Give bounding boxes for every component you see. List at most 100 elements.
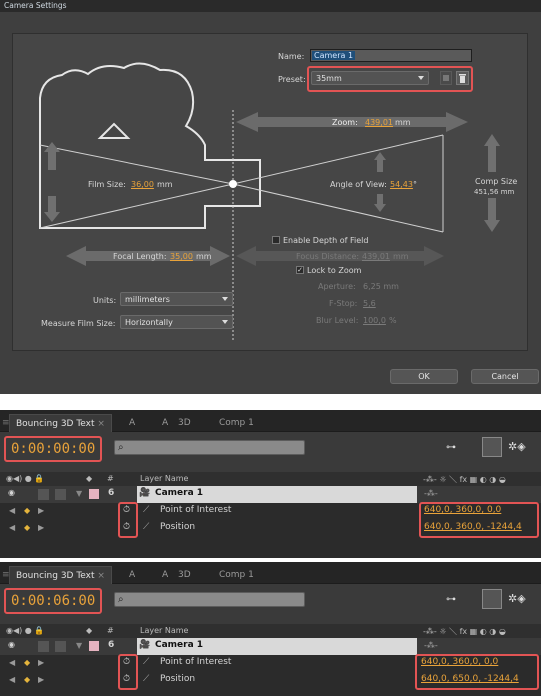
prev-keyframe-icon[interactable]: ◀ xyxy=(9,675,15,684)
preset-dropdown[interactable]: 35mm xyxy=(311,71,429,85)
eye-icon[interactable]: ◉ xyxy=(8,488,15,497)
units-dropdown[interactable]: millimeters xyxy=(120,292,233,306)
angle-unit: ° xyxy=(413,180,417,189)
expand-triangle-icon[interactable]: ▼ xyxy=(76,489,82,498)
tab-3d[interactable]: 3D xyxy=(178,414,191,432)
prev-keyframe-icon[interactable]: ◀ xyxy=(9,506,15,515)
graph-icon: ⟋ xyxy=(143,522,150,532)
column-header: ◉◀) ● 🔒 ◆ # Layer Name -⁂- ☼ ＼ fx ▦ ◐ ◑ … xyxy=(0,472,541,486)
tab-bouncing-3d-text[interactable]: Bouncing 3D Text × xyxy=(9,566,112,584)
property-value[interactable]: 640,0, 360,0, 0,0 xyxy=(421,657,498,667)
timecode-display[interactable]: 0:00:06:00 xyxy=(4,588,102,614)
close-icon[interactable]: × xyxy=(97,571,105,581)
prev-keyframe-icon[interactable]: ◀ xyxy=(9,658,15,667)
next-keyframe-icon[interactable]: ▶ xyxy=(38,506,44,515)
lock-to-zoom-label: Lock to Zoom xyxy=(307,266,362,275)
property-value[interactable]: 640,0, 360,0, 0,0 xyxy=(424,505,501,515)
draft-3d-icon[interactable]: ⊶ xyxy=(446,442,456,453)
tab-comp-1[interactable]: Comp 1 xyxy=(219,566,254,584)
focal-length-value[interactable]: 35,00 xyxy=(170,252,193,261)
preset-label: Preset: xyxy=(278,75,306,84)
property-row[interactable]: ◀ ◆ ▶ ⏱ ⟋ Position 640,0, 360,0, -1244,4 xyxy=(0,520,541,537)
film-size-value[interactable]: 36,00 xyxy=(131,180,154,189)
zoom-unit: mm xyxy=(395,118,411,127)
focus-distance-label: Focus Distance: xyxy=(296,252,360,261)
fstop-value[interactable]: 5,6 xyxy=(363,299,376,308)
camera-icon: 🎥 xyxy=(139,640,151,650)
blur-value[interactable]: 100,0 xyxy=(363,316,386,325)
tab-bouncing-3d-text[interactable]: Bouncing 3D Text × xyxy=(9,414,112,432)
cancel-button[interactable]: Cancel xyxy=(471,369,539,384)
angle-value[interactable]: 54,43 xyxy=(390,180,413,189)
lock-box[interactable] xyxy=(38,489,49,500)
column-layer-name[interactable]: Layer Name xyxy=(140,474,188,483)
layer-number: 6 xyxy=(108,640,115,650)
name-field[interactable]: Camera 1 xyxy=(310,49,472,62)
layer-row[interactable]: ◉ ▼ 6 🎥 Camera 1 -⁂- xyxy=(0,638,541,655)
zoom-value[interactable]: 439,01 xyxy=(365,118,393,127)
switch-shy-icon[interactable]: -⁂- xyxy=(424,641,438,650)
tab-3d[interactable]: 3D xyxy=(178,566,191,584)
search-input[interactable]: ⌕ xyxy=(114,592,305,607)
focus-distance-value[interactable]: 439,01 xyxy=(362,252,390,261)
label-icon: ◆ xyxy=(86,626,93,635)
draft-3d-icon[interactable]: ⊶ xyxy=(446,594,456,605)
solo-switch-icon[interactable]: ✲◈ xyxy=(508,440,526,453)
next-keyframe-icon[interactable]: ▶ xyxy=(38,658,44,667)
search-icon: ⌕ xyxy=(118,594,124,605)
tab-a-2[interactable]: A xyxy=(162,414,168,432)
layer-name[interactable]: 🎥 Camera 1 xyxy=(137,486,417,503)
eye-icon[interactable]: ◉ xyxy=(8,640,15,649)
shy-box[interactable] xyxy=(55,641,66,652)
measure-dropdown[interactable]: Horizontally xyxy=(120,315,233,329)
search-input[interactable]: ⌕ xyxy=(114,440,305,455)
tab-a-1[interactable]: A xyxy=(129,414,135,432)
av-features-icons: ◉◀) ● 🔒 xyxy=(6,474,45,483)
add-keyframe-icon[interactable]: ◆ xyxy=(24,675,30,684)
blur-label: Blur Level: xyxy=(316,316,359,325)
solo-switch-icon[interactable]: ✲◈ xyxy=(508,592,526,605)
next-keyframe-icon[interactable]: ▶ xyxy=(38,675,44,684)
ok-button[interactable]: OK xyxy=(390,369,458,384)
label-color-swatch[interactable] xyxy=(89,641,99,651)
property-row[interactable]: ◀ ◆ ▶ ⏱ ⟋ Position 640,0, 650,0, -1244,4 xyxy=(0,672,541,689)
tab-bar: ≡ Bouncing 3D Text × A A 3D Comp 1 xyxy=(0,410,541,432)
tab-a-1[interactable]: A xyxy=(129,566,135,584)
add-keyframe-icon[interactable]: ◆ xyxy=(24,506,30,515)
comp-mini-flowchart-icon[interactable] xyxy=(482,589,502,609)
lock-to-zoom-checkbox[interactable]: ✓ xyxy=(296,266,304,274)
close-icon[interactable]: × xyxy=(97,419,105,429)
stopwatch-icon[interactable]: ⏱ xyxy=(123,674,130,684)
property-row[interactable]: ◀ ◆ ▶ ⏱ ⟋ Point of Interest 640,0, 360,0… xyxy=(0,502,541,538)
save-preset-icon[interactable] xyxy=(440,71,452,85)
expand-triangle-icon[interactable]: ▼ xyxy=(76,641,82,650)
trash-icon[interactable] xyxy=(456,71,469,85)
property-row[interactable]: ◀ ◆ ▶ ⏱ ⟋ Point of Interest 640,0, 360,0… xyxy=(0,654,541,690)
shy-box[interactable] xyxy=(55,489,66,500)
switch-shy-icon[interactable]: -⁂- xyxy=(424,489,438,498)
timecode-display[interactable]: 0:00:00:00 xyxy=(4,436,102,462)
tab-a-2[interactable]: A xyxy=(162,566,168,584)
property-value[interactable]: 640,0, 360,0, -1244,4 xyxy=(424,522,522,532)
add-keyframe-icon[interactable]: ◆ xyxy=(24,658,30,667)
lock-box[interactable] xyxy=(38,641,49,652)
layer-row[interactable]: ◉ ▼ 6 🎥 Camera 1 -⁂- xyxy=(0,486,541,503)
tab-comp-1[interactable]: Comp 1 xyxy=(219,414,254,432)
prev-keyframe-icon[interactable]: ◀ xyxy=(9,523,15,532)
stopwatch-icon[interactable]: ⏱ xyxy=(123,505,130,515)
stopwatch-icon[interactable]: ⏱ xyxy=(123,522,130,532)
film-size-unit: mm xyxy=(157,180,173,189)
column-layer-name[interactable]: Layer Name xyxy=(140,626,188,635)
camera-icon: 🎥 xyxy=(139,488,151,498)
next-keyframe-icon[interactable]: ▶ xyxy=(38,523,44,532)
label-color-swatch[interactable] xyxy=(89,489,99,499)
enable-dof-checkbox[interactable] xyxy=(272,236,280,244)
comp-mini-flowchart-icon[interactable] xyxy=(482,437,502,457)
property-value[interactable]: 640,0, 650,0, -1244,4 xyxy=(421,674,519,684)
timeline-panel: ≡ Bouncing 3D Text × A A 3D Comp 1 0:00:… xyxy=(0,562,541,696)
stopwatch-icon[interactable]: ⏱ xyxy=(123,657,130,667)
layer-name[interactable]: 🎥 Camera 1 xyxy=(137,638,417,655)
focal-length-label: Focal Length: xyxy=(113,252,167,261)
add-keyframe-icon[interactable]: ◆ xyxy=(24,523,30,532)
comp-size-value: 451,56 mm xyxy=(474,188,515,196)
